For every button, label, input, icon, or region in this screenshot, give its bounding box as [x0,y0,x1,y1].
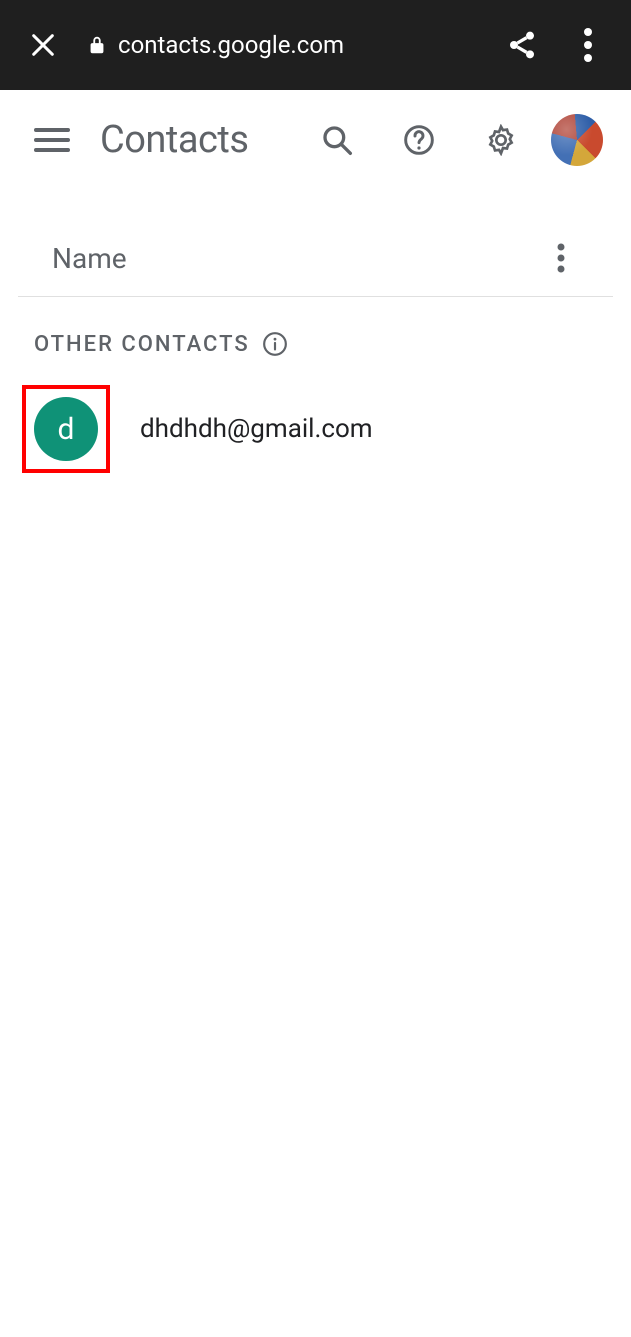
browser-more-icon[interactable] [565,22,611,68]
contact-avatar[interactable]: d [34,397,98,461]
url-text: contacts.google.com [118,31,344,59]
app-title: Contacts [100,118,277,162]
close-icon[interactable] [20,22,66,68]
share-icon[interactable] [499,22,545,68]
menu-icon[interactable] [30,118,74,162]
browser-address-bar: contacts.google.com [0,0,631,90]
section-header: OTHER CONTACTS [0,297,631,381]
column-name-label: Name [52,242,127,275]
contact-email: dhdhdh@gmail.com [140,414,373,444]
contact-avatar-highlight: d [22,385,110,473]
account-avatar[interactable] [551,114,603,166]
section-label: OTHER CONTACTS [34,332,250,357]
lock-icon [86,34,108,56]
settings-icon[interactable] [479,118,523,162]
contact-avatar-letter: d [58,412,75,447]
column-header-row: Name [18,190,613,297]
contact-row[interactable]: d dhdhdh@gmail.com [0,381,631,477]
app-header: Contacts [0,90,631,190]
info-icon[interactable] [262,331,288,357]
search-icon[interactable] [315,118,359,162]
list-more-icon[interactable] [543,240,579,276]
help-icon[interactable] [397,118,441,162]
url-container[interactable]: contacts.google.com [86,31,479,59]
